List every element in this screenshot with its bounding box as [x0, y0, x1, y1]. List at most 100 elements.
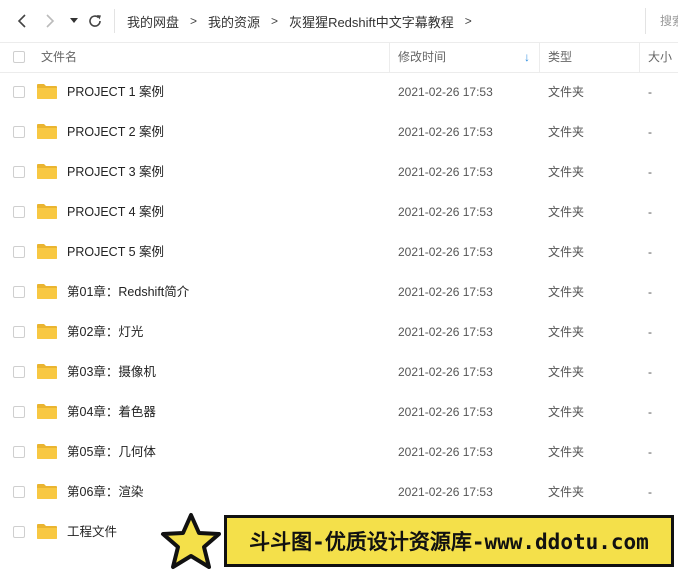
- row-checkbox[interactable]: [13, 326, 25, 338]
- table-row[interactable]: 第04章：着色器 2021-02-26 17:53 文件夹 -: [0, 392, 678, 432]
- file-name[interactable]: PROJECT 3 案例: [67, 152, 164, 192]
- toolbar: 我的网盘 > 我的资源 > 灰猩猩Redshift中文字幕教程 > 搜索: [0, 0, 678, 43]
- file-type: 文件夹: [548, 445, 585, 459]
- file-size: -: [648, 485, 652, 499]
- row-checkbox[interactable]: [13, 446, 25, 458]
- row-checkbox[interactable]: [13, 206, 25, 218]
- modified-time: 2021-02-26 17:53: [398, 365, 493, 379]
- modified-time: 2021-02-26 17:53: [398, 125, 493, 139]
- file-name[interactable]: 第03章：摄像机: [67, 352, 156, 392]
- file-name[interactable]: 第01章：Redshift简介: [67, 272, 189, 312]
- star-icon: [161, 513, 221, 569]
- file-name[interactable]: PROJECT 5 案例: [67, 232, 164, 272]
- refresh-button[interactable]: [85, 9, 105, 33]
- column-divider[interactable]: [639, 42, 640, 72]
- row-checkbox[interactable]: [13, 286, 25, 298]
- file-type: 文件夹: [548, 405, 585, 419]
- chevron-right-icon: [46, 14, 55, 28]
- file-type: 文件夹: [548, 365, 585, 379]
- file-type: 文件夹: [548, 205, 585, 219]
- back-button[interactable]: [12, 9, 32, 33]
- forward-button[interactable]: [40, 9, 60, 33]
- search-input[interactable]: 搜索: [645, 8, 678, 34]
- modified-time: 2021-02-26 17:53: [398, 85, 493, 99]
- breadcrumb: 我的网盘 > 我的资源 > 灰猩猩Redshift中文字幕教程 >: [124, 0, 480, 42]
- modified-time: 2021-02-26 17:53: [398, 205, 493, 219]
- folder-icon: [37, 364, 57, 379]
- row-checkbox[interactable]: [13, 486, 25, 498]
- row-checkbox[interactable]: [13, 366, 25, 378]
- folder-icon: [37, 484, 57, 499]
- table-row[interactable]: PROJECT 1 案例 2021-02-26 17:53 文件夹 -: [0, 72, 678, 112]
- sort-arrow-icon[interactable]: ↓: [524, 42, 530, 72]
- chevron-left-icon: [17, 14, 26, 28]
- table-row[interactable]: 第01章：Redshift简介 2021-02-26 17:53 文件夹 -: [0, 272, 678, 312]
- file-type: 文件夹: [548, 285, 585, 299]
- row-checkbox[interactable]: [13, 526, 25, 538]
- folder-icon: [37, 324, 57, 339]
- folder-icon: [37, 124, 57, 139]
- select-all-checkbox[interactable]: [13, 51, 25, 63]
- table-row[interactable]: 第06章：渲染 2021-02-26 17:53 文件夹 -: [0, 472, 678, 512]
- file-size: -: [648, 445, 652, 459]
- file-name[interactable]: 第04章：着色器: [67, 392, 156, 432]
- folder-icon: [37, 244, 57, 259]
- row-checkbox[interactable]: [13, 86, 25, 98]
- table-row[interactable]: 第02章：灯光 2021-02-26 17:53 文件夹 -: [0, 312, 678, 352]
- column-header-modified[interactable]: 修改时间: [398, 42, 446, 72]
- modified-time: 2021-02-26 17:53: [398, 325, 493, 339]
- table-row[interactable]: PROJECT 2 案例 2021-02-26 17:53 文件夹 -: [0, 112, 678, 152]
- row-checkbox[interactable]: [13, 246, 25, 258]
- file-size: -: [648, 85, 652, 99]
- table-row[interactable]: PROJECT 5 案例 2021-02-26 17:53 文件夹 -: [0, 232, 678, 272]
- column-header-name[interactable]: 文件名: [41, 42, 77, 72]
- column-header-size[interactable]: 大小: [648, 42, 672, 72]
- file-name[interactable]: PROJECT 4 案例: [67, 192, 164, 232]
- breadcrumb-item-my-disk[interactable]: 我的网盘: [124, 12, 182, 31]
- row-checkbox[interactable]: [13, 126, 25, 138]
- breadcrumb-separator: >: [190, 14, 198, 28]
- caret-down-icon: [70, 18, 78, 23]
- file-type: 文件夹: [548, 245, 585, 259]
- folder-icon: [37, 444, 57, 459]
- file-type: 文件夹: [548, 85, 585, 99]
- file-name[interactable]: PROJECT 2 案例: [67, 112, 164, 152]
- file-size: -: [648, 285, 652, 299]
- modified-time: 2021-02-26 17:53: [398, 405, 493, 419]
- watermark-banner: 斗斗图-优质设计资源库-www.ddotu.com: [224, 515, 674, 567]
- table-row[interactable]: PROJECT 4 案例 2021-02-26 17:53 文件夹 -: [0, 192, 678, 232]
- column-divider[interactable]: [389, 42, 390, 72]
- file-size: -: [648, 245, 652, 259]
- folder-icon: [37, 204, 57, 219]
- table-header: 文件名 修改时间 ↓ 类型 大小: [0, 42, 678, 73]
- table-row[interactable]: PROJECT 3 案例 2021-02-26 17:53 文件夹 -: [0, 152, 678, 192]
- modified-time: 2021-02-26 17:53: [398, 445, 493, 459]
- column-divider[interactable]: [539, 42, 540, 72]
- folder-icon: [37, 524, 57, 539]
- file-size: -: [648, 125, 652, 139]
- file-size: -: [648, 405, 652, 419]
- row-checkbox[interactable]: [13, 166, 25, 178]
- table-row[interactable]: 第05章：几何体 2021-02-26 17:53 文件夹 -: [0, 432, 678, 472]
- row-checkbox[interactable]: [13, 406, 25, 418]
- modified-time: 2021-02-26 17:53: [398, 245, 493, 259]
- history-dropdown-button[interactable]: [64, 9, 84, 33]
- file-type: 文件夹: [548, 325, 585, 339]
- table-row[interactable]: 第03章：摄像机 2021-02-26 17:53 文件夹 -: [0, 352, 678, 392]
- file-list: PROJECT 1 案例 2021-02-26 17:53 文件夹 - PROJECT …: [0, 72, 678, 552]
- file-name[interactable]: 工程文件: [67, 512, 117, 552]
- breadcrumb-item-my-resources[interactable]: 我的资源: [205, 12, 263, 31]
- file-type: 文件夹: [548, 125, 585, 139]
- breadcrumb-separator: >: [271, 14, 279, 28]
- file-name[interactable]: 第02章：灯光: [67, 312, 143, 352]
- breadcrumb-separator: >: [464, 14, 472, 28]
- folder-icon: [37, 284, 57, 299]
- breadcrumb-item-current-folder[interactable]: 灰猩猩Redshift中文字幕教程: [286, 12, 457, 31]
- file-name[interactable]: 第06章：渲染: [67, 472, 143, 512]
- modified-time: 2021-02-26 17:53: [398, 285, 493, 299]
- folder-icon: [37, 164, 57, 179]
- file-name[interactable]: PROJECT 1 案例: [67, 72, 164, 112]
- modified-time: 2021-02-26 17:53: [398, 165, 493, 179]
- file-name[interactable]: 第05章：几何体: [67, 432, 156, 472]
- column-header-type[interactable]: 类型: [548, 42, 572, 72]
